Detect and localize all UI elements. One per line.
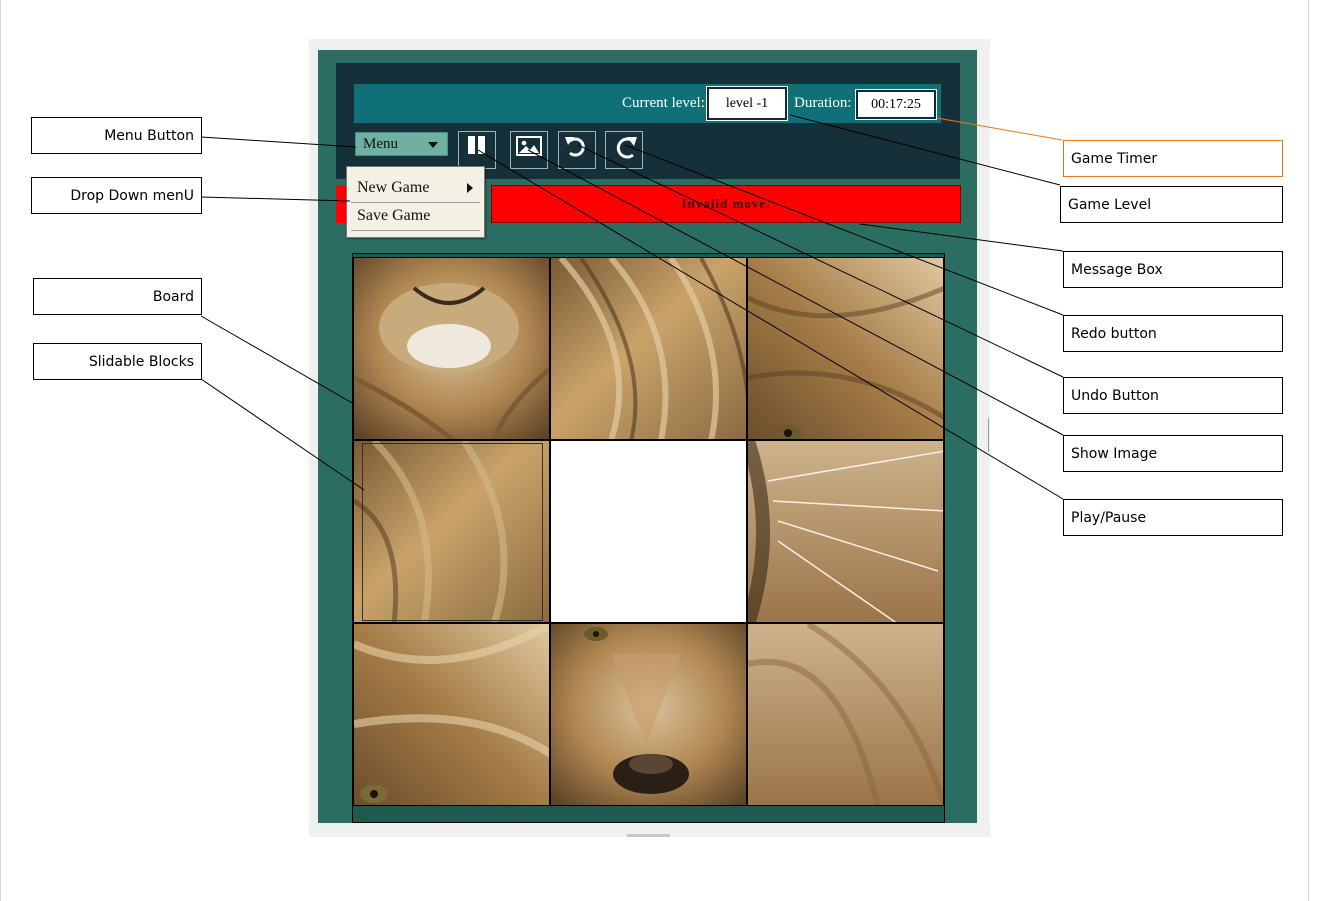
lion-eye-tile <box>748 258 943 439</box>
callout-game-level: Game Level <box>1060 186 1283 223</box>
callout-drop-down-menu: Drop Down menU <box>31 177 202 214</box>
undo-icon <box>565 137 585 157</box>
redo-button[interactable] <box>605 131 643 169</box>
callout-slidable-blocks: Slidable Blocks <box>33 343 202 380</box>
chevron-right-icon <box>467 183 473 193</box>
game-timer: 00:17:25 <box>855 89 937 120</box>
menu-item-save-game[interactable]: Save Game <box>357 207 430 225</box>
current-level-label: Current level: <box>622 95 705 111</box>
lion-nose-tile <box>551 624 746 805</box>
message-box: Invalid move. <box>491 185 961 223</box>
image-icon <box>516 136 542 156</box>
slidable-block[interactable] <box>353 623 550 806</box>
play-pause-button[interactable] <box>458 131 496 169</box>
menu-item-new-game[interactable]: New Game <box>357 179 429 197</box>
page-edge <box>1308 0 1309 901</box>
empty-cell[interactable] <box>550 440 747 623</box>
show-image-button[interactable] <box>510 131 548 169</box>
page-edge <box>0 0 1 901</box>
chevron-down-icon <box>428 142 438 148</box>
callout-game-timer: Game Timer <box>1063 140 1283 177</box>
duration-label: Duration: <box>794 95 852 111</box>
lion-muzzle-tile <box>354 258 549 439</box>
menu-button[interactable]: Menu <box>355 132 448 156</box>
slidable-block[interactable] <box>353 440 550 623</box>
callout-board: Board <box>33 278 202 315</box>
dropdown-menu: New Game Save Game <box>346 166 485 238</box>
slidable-block[interactable] <box>747 440 944 623</box>
lion-mane-tile <box>551 258 746 439</box>
menu-button-label: Menu <box>363 135 398 152</box>
bottom-handle <box>627 834 670 837</box>
scrollbar[interactable] <box>988 418 989 452</box>
callout-undo-button: Undo Button <box>1063 377 1283 414</box>
lion-whiskers-tile <box>748 441 943 622</box>
menu-divider <box>351 202 480 203</box>
callout-show-image: Show Image <box>1063 435 1283 472</box>
lion-lower-eye-tile <box>354 624 549 805</box>
callout-menu-button: Menu Button <box>31 117 202 154</box>
slidable-block[interactable] <box>747 623 944 806</box>
menu-divider <box>351 230 480 231</box>
redo-icon <box>616 137 637 159</box>
info-bar: Current level: level -1 Duration: 00:17:… <box>354 84 941 123</box>
current-level-value: level -1 <box>706 86 788 121</box>
slidable-block[interactable] <box>550 257 747 440</box>
pause-icon <box>468 136 485 154</box>
game-board <box>352 253 945 823</box>
slidable-block[interactable] <box>550 623 747 806</box>
callout-play-pause: Play/Pause <box>1063 499 1283 536</box>
callout-message-box: Message Box <box>1063 251 1283 288</box>
slidable-block[interactable] <box>747 257 944 440</box>
lion-chin-tile <box>748 624 943 805</box>
selected-block-frame <box>362 443 543 621</box>
callout-redo-button: Redo button <box>1063 315 1283 352</box>
undo-button[interactable] <box>558 131 596 169</box>
slidable-block[interactable] <box>353 257 550 440</box>
